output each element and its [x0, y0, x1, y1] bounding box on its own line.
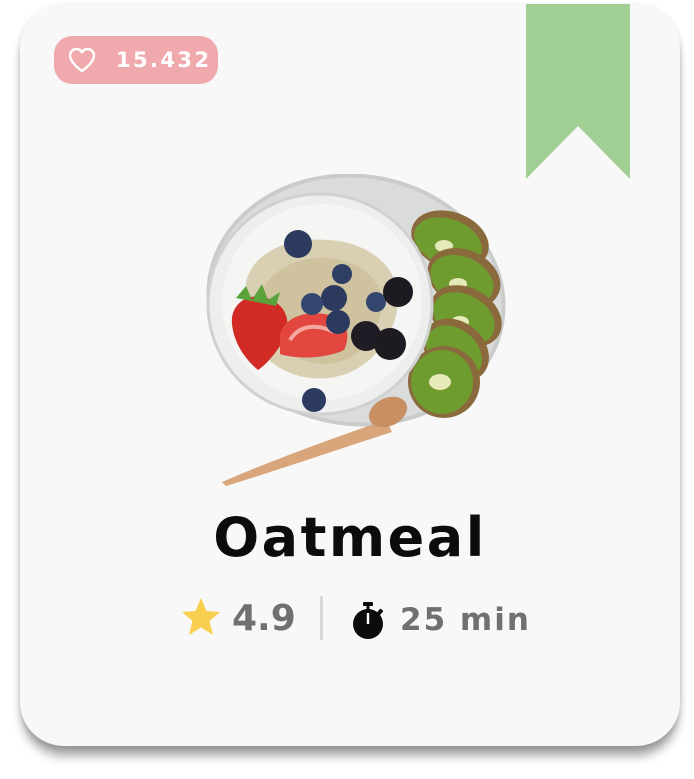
- star-icon: [182, 598, 220, 635]
- cook-time: 25 min: [400, 602, 531, 638]
- recipe-title: Oatmeal: [213, 506, 487, 569]
- oatmeal-bowl-image: [206, 174, 506, 486]
- heart-icon[interactable]: [68, 46, 96, 74]
- recipe-meta: 4.9 25 min: [20, 592, 680, 642]
- bookmark-icon[interactable]: [526, 4, 630, 179]
- rating-value: 4.9: [232, 598, 296, 639]
- recipe-card[interactable]: 15.432 Oatmeal 4.9 25 min: [20, 4, 680, 746]
- likes-badge[interactable]: 15.432: [54, 36, 218, 84]
- stopwatch-icon: [353, 602, 384, 639]
- meta-divider: [320, 596, 323, 640]
- likes-count: 15.432: [116, 48, 212, 72]
